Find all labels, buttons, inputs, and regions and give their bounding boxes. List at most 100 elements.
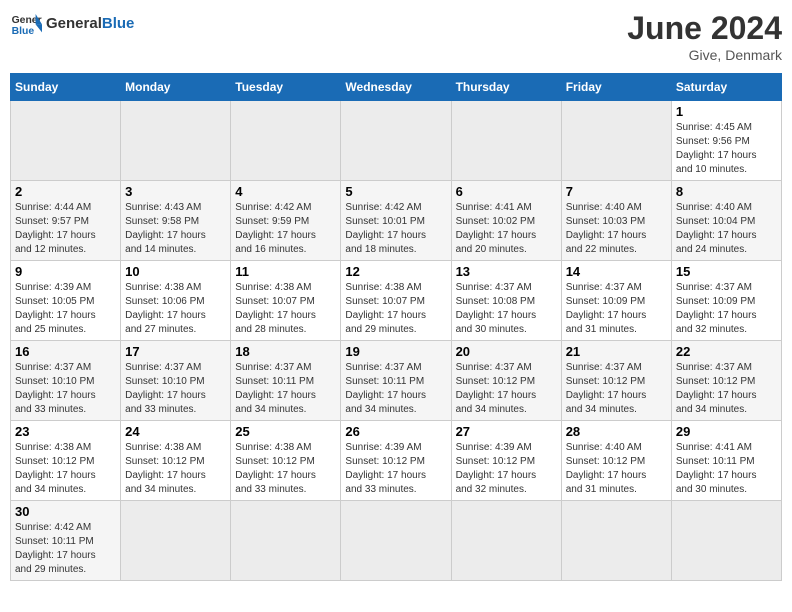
- day-number: 24: [125, 424, 226, 439]
- day-number: 11: [235, 264, 336, 279]
- calendar-cell: [121, 101, 231, 181]
- day-info: Sunrise: 4:41 AM Sunset: 10:02 PM Daylig…: [456, 201, 557, 257]
- calendar-week-row: 2 Sunrise: 4:44 AM Sunset: 9:57 PM Daylig…: [11, 181, 782, 261]
- day-number: 12: [345, 264, 446, 279]
- calendar-cell: 7 Sunrise: 4:40 AM Sunset: 10:03 PM Dayli…: [561, 181, 671, 261]
- day-number: 15: [676, 264, 777, 279]
- day-info: Sunrise: 4:45 AM Sunset: 9:56 PM Dayligh…: [676, 121, 777, 177]
- logo-general-text: GeneralBlue: [46, 16, 134, 33]
- day-info: Sunrise: 4:40 AM Sunset: 10:12 PM Daylig…: [566, 441, 667, 497]
- calendar-cell: 14 Sunrise: 4:37 AM Sunset: 10:09 PM Dayl…: [561, 261, 671, 341]
- day-number: 7: [566, 184, 667, 199]
- day-number: 13: [456, 264, 557, 279]
- calendar-cell: 8 Sunrise: 4:40 AM Sunset: 10:04 PM Dayli…: [671, 181, 781, 261]
- calendar-week-row: 30 Sunrise: 4:42 AM Sunset: 10:11 PM Dayl…: [11, 501, 782, 581]
- day-info: Sunrise: 4:37 AM Sunset: 10:08 PM Daylig…: [456, 281, 557, 337]
- weekday-header-saturday: Saturday: [671, 74, 781, 101]
- day-info: Sunrise: 4:37 AM Sunset: 10:09 PM Daylig…: [566, 281, 667, 337]
- day-number: 18: [235, 344, 336, 359]
- day-number: 17: [125, 344, 226, 359]
- day-number: 14: [566, 264, 667, 279]
- calendar-cell: 25 Sunrise: 4:38 AM Sunset: 10:12 PM Dayl…: [231, 421, 341, 501]
- calendar-cell: [231, 501, 341, 581]
- calendar-cell: 5Sunrise: 4:42 AM Sunset: 10:01 PM Dayli…: [341, 181, 451, 261]
- day-number: 10: [125, 264, 226, 279]
- day-info: Sunrise: 4:40 AM Sunset: 10:03 PM Daylig…: [566, 201, 667, 257]
- page-header: General Blue GeneralBlue June 2024 Give,…: [10, 10, 782, 63]
- day-info: Sunrise: 4:42 AM Sunset: 10:01 PM Daylig…: [345, 201, 446, 257]
- day-info: Sunrise: 4:39 AM Sunset: 10:05 PM Daylig…: [15, 281, 116, 337]
- day-info: Sunrise: 4:37 AM Sunset: 10:10 PM Daylig…: [125, 361, 226, 417]
- day-info: Sunrise: 4:38 AM Sunset: 10:12 PM Daylig…: [235, 441, 336, 497]
- calendar-cell: 6 Sunrise: 4:41 AM Sunset: 10:02 PM Dayli…: [451, 181, 561, 261]
- calendar-cell: 16Sunrise: 4:37 AM Sunset: 10:10 PM Dayl…: [11, 341, 121, 421]
- day-info: Sunrise: 4:39 AM Sunset: 10:12 PM Daylig…: [345, 441, 446, 497]
- weekday-header-friday: Friday: [561, 74, 671, 101]
- svg-text:Blue: Blue: [12, 26, 35, 37]
- calendar-cell: [671, 501, 781, 581]
- day-number: 26: [345, 424, 446, 439]
- calendar-cell: 12 Sunrise: 4:38 AM Sunset: 10:07 PM Dayl…: [341, 261, 451, 341]
- calendar-cell: 27 Sunrise: 4:39 AM Sunset: 10:12 PM Dayl…: [451, 421, 561, 501]
- calendar-cell: [341, 101, 451, 181]
- calendar-cell: 3 Sunrise: 4:43 AM Sunset: 9:58 PM Daylig…: [121, 181, 231, 261]
- calendar-cell: 24 Sunrise: 4:38 AM Sunset: 10:12 PM Dayl…: [121, 421, 231, 501]
- day-info: Sunrise: 4:41 AM Sunset: 10:11 PM Daylig…: [676, 441, 777, 497]
- weekday-header-wednesday: Wednesday: [341, 74, 451, 101]
- calendar-cell: [231, 101, 341, 181]
- calendar-cell: 29Sunrise: 4:41 AM Sunset: 10:11 PM Dayl…: [671, 421, 781, 501]
- weekday-header-row: SundayMondayTuesdayWednesdayThursdayFrid…: [11, 74, 782, 101]
- calendar-cell: 9 Sunrise: 4:39 AM Sunset: 10:05 PM Dayli…: [11, 261, 121, 341]
- calendar-cell: 20 Sunrise: 4:37 AM Sunset: 10:12 PM Dayl…: [451, 341, 561, 421]
- calendar-cell: [121, 501, 231, 581]
- day-info: Sunrise: 4:38 AM Sunset: 10:07 PM Daylig…: [345, 281, 446, 337]
- day-number: 4: [235, 184, 336, 199]
- day-number: 1: [676, 104, 777, 119]
- day-number: 3: [125, 184, 226, 199]
- day-number: 2: [15, 184, 116, 199]
- day-info: Sunrise: 4:40 AM Sunset: 10:04 PM Daylig…: [676, 201, 777, 257]
- day-number: 8: [676, 184, 777, 199]
- day-info: Sunrise: 4:38 AM Sunset: 10:12 PM Daylig…: [125, 441, 226, 497]
- calendar-week-row: 9 Sunrise: 4:39 AM Sunset: 10:05 PM Dayli…: [11, 261, 782, 341]
- day-info: Sunrise: 4:39 AM Sunset: 10:12 PM Daylig…: [456, 441, 557, 497]
- calendar-cell: 13 Sunrise: 4:37 AM Sunset: 10:08 PM Dayl…: [451, 261, 561, 341]
- calendar-table: SundayMondayTuesdayWednesdayThursdayFrid…: [10, 73, 782, 581]
- calendar-cell: 1 Sunrise: 4:45 AM Sunset: 9:56 PM Daylig…: [671, 101, 781, 181]
- calendar-cell: [451, 501, 561, 581]
- calendar-cell: 30 Sunrise: 4:42 AM Sunset: 10:11 PM Dayl…: [11, 501, 121, 581]
- month-title: June 2024: [627, 10, 782, 47]
- calendar-cell: [561, 501, 671, 581]
- day-info: Sunrise: 4:37 AM Sunset: 10:11 PM Daylig…: [345, 361, 446, 417]
- day-info: Sunrise: 4:37 AM Sunset: 10:12 PM Daylig…: [676, 361, 777, 417]
- calendar-cell: 2 Sunrise: 4:44 AM Sunset: 9:57 PM Daylig…: [11, 181, 121, 261]
- day-number: 27: [456, 424, 557, 439]
- calendar-week-row: 1 Sunrise: 4:45 AM Sunset: 9:56 PM Daylig…: [11, 101, 782, 181]
- weekday-header-monday: Monday: [121, 74, 231, 101]
- calendar-cell: [11, 101, 121, 181]
- day-number: 20: [456, 344, 557, 359]
- day-number: 22: [676, 344, 777, 359]
- weekday-header-sunday: Sunday: [11, 74, 121, 101]
- day-number: 23: [15, 424, 116, 439]
- day-info: Sunrise: 4:44 AM Sunset: 9:57 PM Dayligh…: [15, 201, 116, 257]
- day-info: Sunrise: 4:42 AM Sunset: 10:11 PM Daylig…: [15, 521, 116, 577]
- day-info: Sunrise: 4:37 AM Sunset: 10:12 PM Daylig…: [456, 361, 557, 417]
- calendar-cell: 22 Sunrise: 4:37 AM Sunset: 10:12 PM Dayl…: [671, 341, 781, 421]
- day-number: 30: [15, 504, 116, 519]
- day-number: 9: [15, 264, 116, 279]
- day-number: 16: [15, 344, 116, 359]
- calendar-cell: [451, 101, 561, 181]
- calendar-cell: [341, 501, 451, 581]
- calendar-cell: 18Sunrise: 4:37 AM Sunset: 10:11 PM Dayl…: [231, 341, 341, 421]
- day-info: Sunrise: 4:42 AM Sunset: 9:59 PM Dayligh…: [235, 201, 336, 257]
- calendar-cell: 19Sunrise: 4:37 AM Sunset: 10:11 PM Dayl…: [341, 341, 451, 421]
- day-number: 6: [456, 184, 557, 199]
- day-info: Sunrise: 4:43 AM Sunset: 9:58 PM Dayligh…: [125, 201, 226, 257]
- calendar-cell: 11Sunrise: 4:38 AM Sunset: 10:07 PM Dayl…: [231, 261, 341, 341]
- day-number: 25: [235, 424, 336, 439]
- calendar-cell: 26 Sunrise: 4:39 AM Sunset: 10:12 PM Dayl…: [341, 421, 451, 501]
- title-area: June 2024 Give, Denmark: [627, 10, 782, 63]
- day-info: Sunrise: 4:37 AM Sunset: 10:12 PM Daylig…: [566, 361, 667, 417]
- calendar-cell: 23Sunrise: 4:38 AM Sunset: 10:12 PM Dayl…: [11, 421, 121, 501]
